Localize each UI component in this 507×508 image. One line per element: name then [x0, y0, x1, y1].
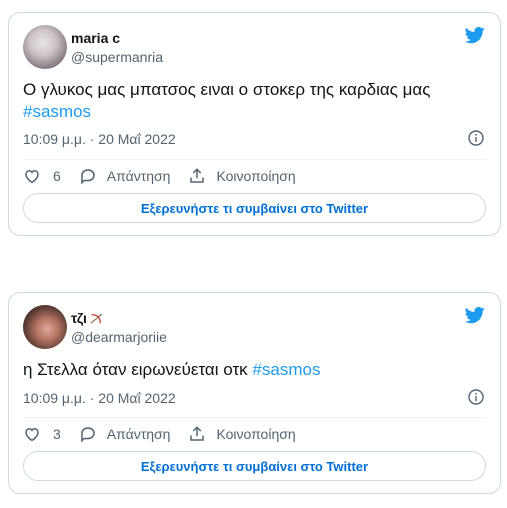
info-icon[interactable]	[468, 389, 484, 405]
display-name[interactable]: maria c	[71, 29, 120, 47]
share-button[interactable]: Κοινοποίηση	[188, 425, 296, 443]
tweet-body: Ο γλυκος μας μπατσος ειναι ο στοκερ της …	[23, 80, 431, 99]
share-label: Κοινοποίηση	[216, 168, 296, 184]
share-label: Κοινοποίηση	[216, 426, 296, 442]
user-handle[interactable]: @dearmarjoriie	[71, 328, 167, 346]
info-icon[interactable]	[468, 130, 484, 146]
bow-and-arrow-emoji	[90, 314, 102, 324]
twitter-bird-icon[interactable]	[464, 25, 486, 45]
explore-twitter-button[interactable]: Εξερευνήστε τι συμβαίνει στο Twitter	[23, 193, 486, 223]
avatar[interactable]	[23, 25, 67, 69]
timestamp[interactable]: 10:09 μ.μ. · 20 Μαΐ 2022	[23, 130, 176, 148]
action-bar: 3 Απάντηση Κοινοποίηση	[23, 424, 486, 444]
explore-twitter-button[interactable]: Εξερευνήστε τι συμβαίνει στο Twitter	[23, 451, 486, 481]
tweet-text: η Στελλα όταν ειρωνεύεται οτκ #sasmos	[23, 359, 486, 381]
display-name[interactable]: τζι	[71, 309, 103, 327]
like-button[interactable]: 6	[23, 167, 61, 185]
heart-icon	[25, 427, 39, 442]
avatar[interactable]	[23, 305, 67, 349]
share-icon	[190, 168, 205, 183]
tweet-body: η Στελλα όταν ειρωνεύεται οτκ	[23, 360, 248, 379]
divider	[23, 417, 486, 418]
tweet-card: maria c @supermanria Ο γλυκος μας μπατσο…	[8, 12, 501, 236]
reply-label: Απάντηση	[106, 168, 171, 184]
divider	[23, 159, 486, 160]
heart-icon	[25, 169, 39, 184]
timestamp[interactable]: 10:09 μ.μ. · 20 Μαΐ 2022	[23, 389, 176, 407]
reply-icon	[81, 169, 95, 185]
like-count: 6	[53, 168, 61, 184]
reply-label: Απάντηση	[106, 426, 171, 442]
reply-button[interactable]: Απάντηση	[79, 425, 171, 443]
hashtag-link[interactable]: #sasmos	[23, 102, 91, 121]
user-handle[interactable]: @supermanria	[71, 48, 163, 66]
tweet-card: τζι @dearmarjoriie η Στελλα όταν ειρωνεύ…	[8, 292, 501, 494]
twitter-bird-icon[interactable]	[464, 305, 486, 325]
reply-icon	[81, 427, 95, 443]
reply-button[interactable]: Απάντηση	[79, 167, 171, 185]
display-name-text: τζι	[71, 310, 87, 326]
like-button[interactable]: 3	[23, 425, 61, 443]
like-count: 3	[53, 426, 61, 442]
share-icon	[190, 426, 205, 441]
action-bar: 6 Απάντηση Κοινοποίηση	[23, 166, 486, 186]
hashtag-link[interactable]: #sasmos	[252, 360, 320, 379]
tweet-text: Ο γλυκος μας μπατσος ειναι ο στοκερ της …	[23, 79, 486, 123]
share-button[interactable]: Κοινοποίηση	[188, 167, 296, 185]
